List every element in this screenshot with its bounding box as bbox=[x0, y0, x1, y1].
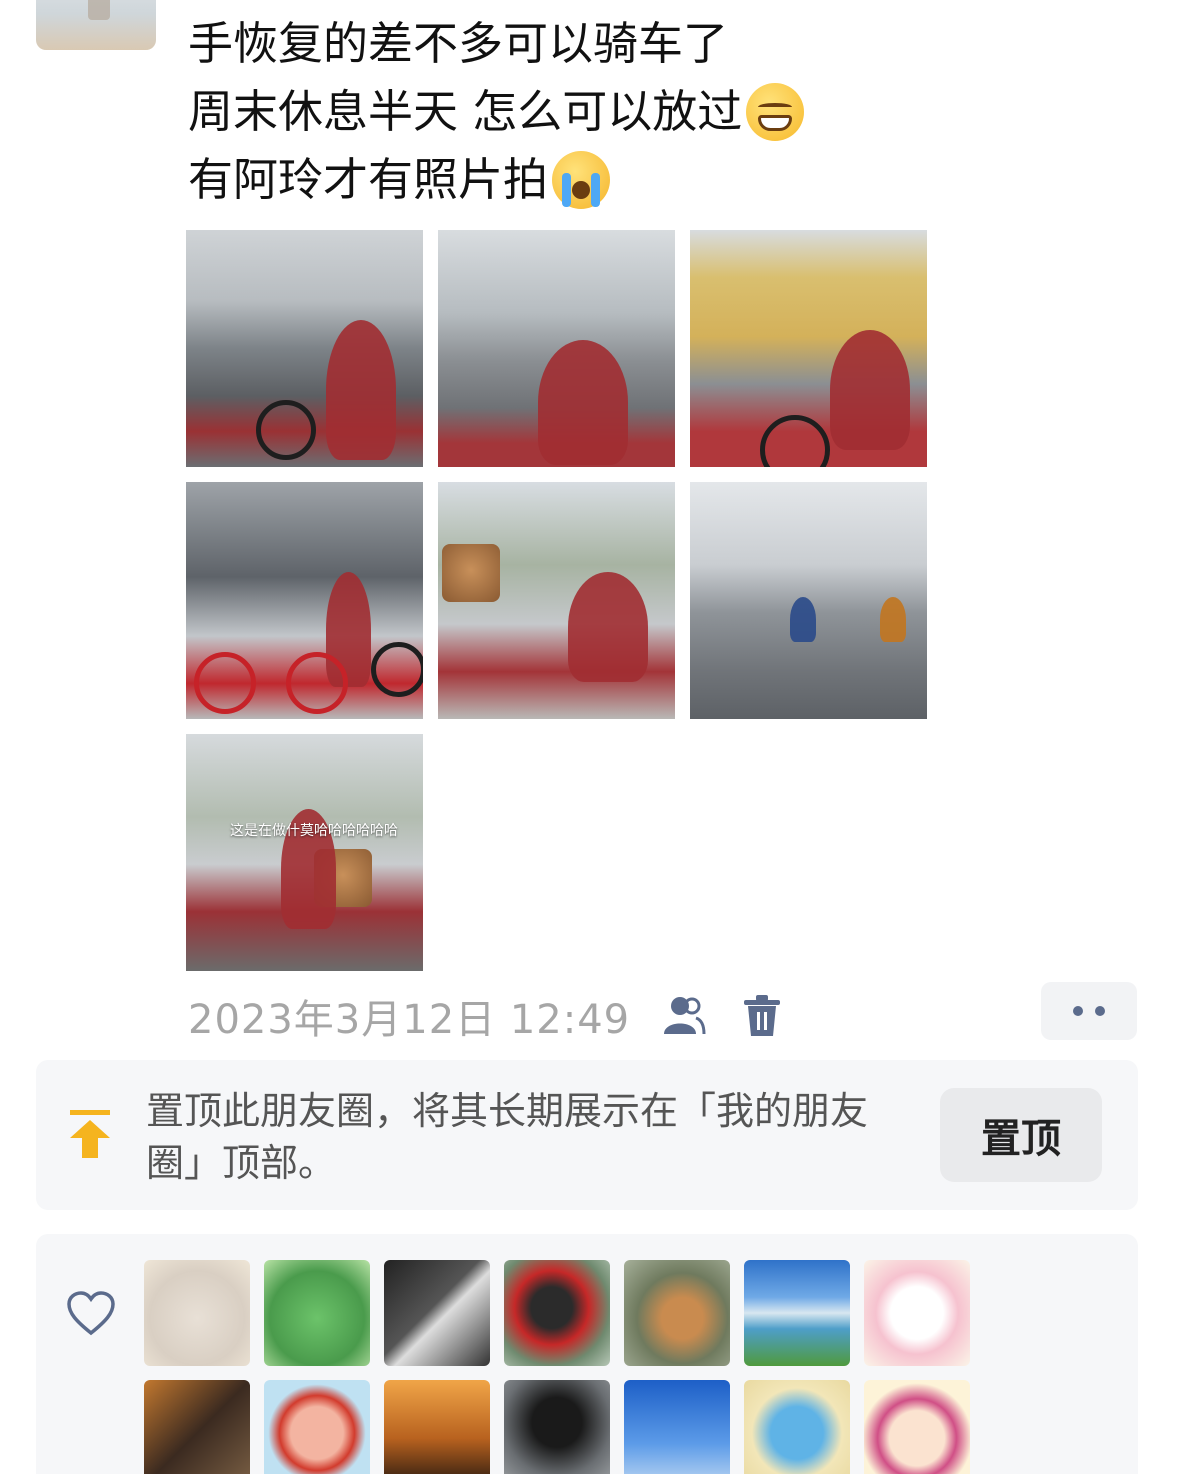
cat-photo-avatar[interactable] bbox=[624, 1260, 730, 1366]
pin-description: 置顶此朋友圈，将其长期展示在「我的朋友圈」顶部。 bbox=[146, 1089, 869, 1185]
blue-sky-avatar[interactable] bbox=[624, 1380, 730, 1474]
pin-to-top-icon bbox=[66, 1108, 114, 1160]
post-text: 手恢复的差不多可以骑车了 周末休息半天 怎么可以放过 有阿玲才有照片拍 bbox=[188, 10, 805, 214]
hello-kitty-avatar[interactable] bbox=[864, 1260, 970, 1366]
glasses-cartoon-avatar[interactable] bbox=[264, 1380, 370, 1474]
people-icon[interactable] bbox=[660, 992, 708, 1040]
portrait-avatar[interactable] bbox=[144, 1380, 250, 1474]
post-line-3: 有阿玲才有照片拍 bbox=[188, 153, 549, 206]
loudly-crying-face-emoji-icon bbox=[552, 151, 611, 209]
photo-6[interactable] bbox=[690, 482, 927, 719]
mickey-avatar[interactable] bbox=[504, 1260, 610, 1366]
post-line-1: 手恢复的差不多可以骑车了 bbox=[188, 17, 729, 70]
photo-3[interactable] bbox=[690, 230, 927, 467]
grinning-face-emoji-icon bbox=[746, 83, 805, 141]
racer-avatar[interactable] bbox=[384, 1260, 490, 1366]
post-line-2: 周末休息半天 怎么可以放过 bbox=[188, 85, 743, 138]
poster-avatar[interactable] bbox=[36, 0, 156, 50]
sunset-avatar[interactable] bbox=[384, 1380, 490, 1474]
cartoon-cat-avatar[interactable] bbox=[144, 1260, 250, 1366]
trash-icon[interactable] bbox=[738, 992, 786, 1040]
blue-cat-avatar[interactable] bbox=[744, 1380, 850, 1474]
photo-1[interactable] bbox=[186, 230, 423, 467]
more-dots-icon[interactable] bbox=[1041, 982, 1137, 1040]
pin-button[interactable]: 置顶 bbox=[940, 1088, 1102, 1182]
photo-4[interactable] bbox=[186, 482, 423, 719]
photo-5[interactable] bbox=[438, 482, 675, 719]
green-monster-avatar[interactable] bbox=[264, 1260, 370, 1366]
timestamp: 2023年3月12日 12:49 bbox=[188, 997, 631, 1043]
heart-icon bbox=[66, 1290, 116, 1336]
photo-7[interactable]: 这是在做什莫哈哈哈哈哈哈 bbox=[186, 734, 423, 971]
motorcycle-avatar[interactable] bbox=[504, 1380, 610, 1474]
post-meta: 2023年3月12日 12:49 bbox=[188, 987, 786, 1045]
photo-overlay-text: 这是在做什莫哈哈哈哈哈哈 bbox=[230, 823, 398, 839]
landscape-avatar[interactable] bbox=[744, 1260, 850, 1366]
photo-2[interactable] bbox=[438, 230, 675, 467]
pink-hair-cartoon-avatar[interactable] bbox=[864, 1380, 970, 1474]
